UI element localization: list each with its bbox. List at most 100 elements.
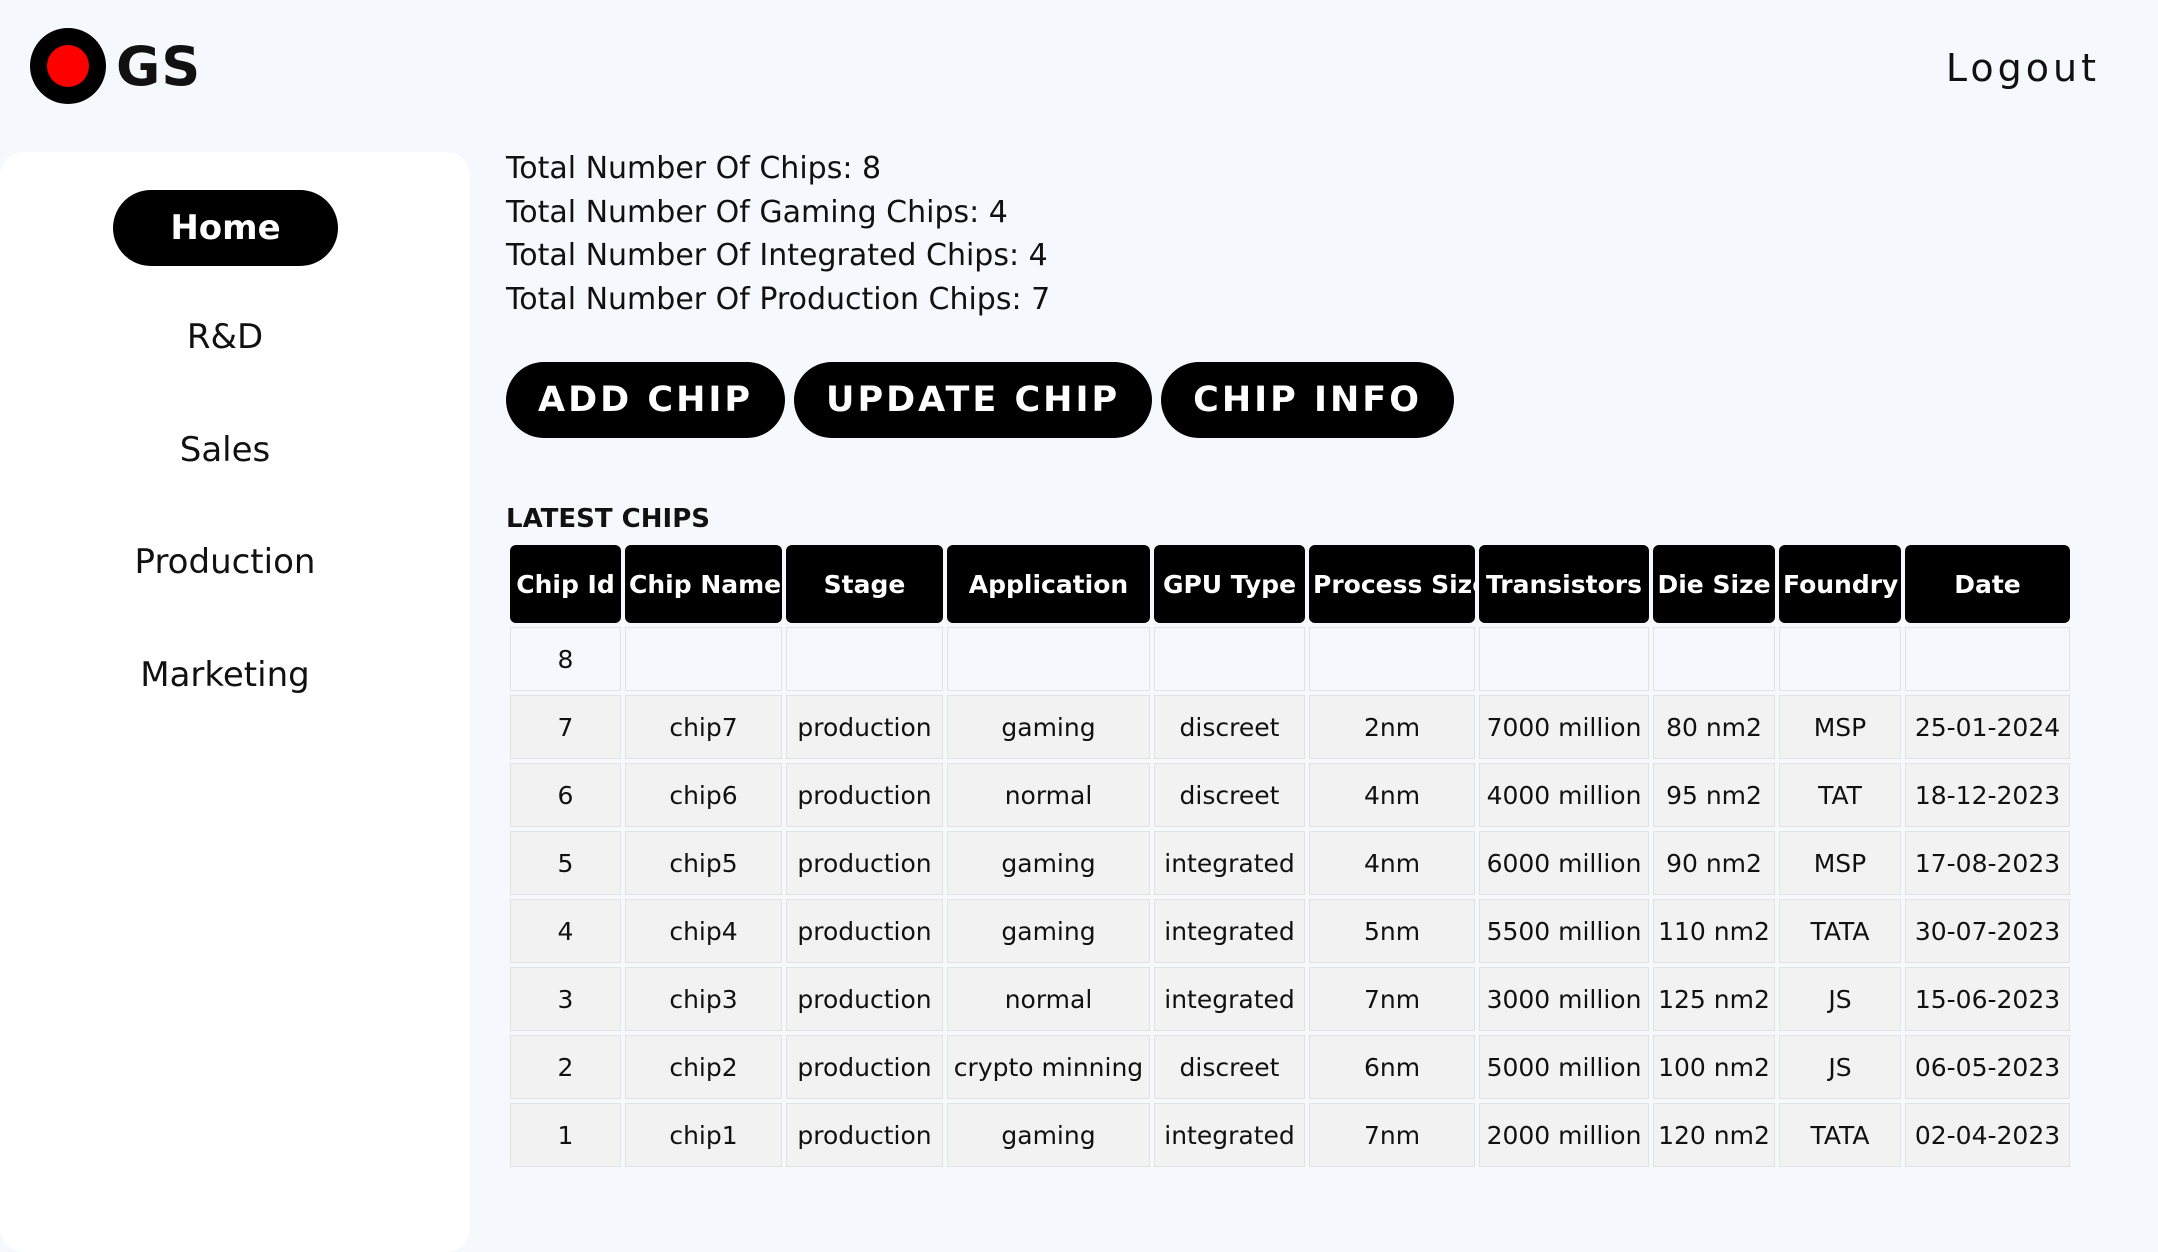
table-cell: 4nm (1309, 763, 1475, 827)
update-chip-button[interactable]: UPDATE CHIP (794, 362, 1153, 438)
table-row[interactable]: 7 chip7 production gaming discreet 2nm 7000 mi… (510, 695, 2070, 759)
sidebar-item-rnd[interactable]: R&D (0, 317, 450, 357)
table-cell: integrated (1154, 899, 1305, 963)
table-cell: chip2 (625, 1035, 782, 1099)
table-cell: 6nm (1309, 1035, 1475, 1099)
sidebar-item-sales[interactable]: Sales (0, 430, 450, 470)
column-header[interactable]: Chip Name (625, 545, 782, 623)
table-cell: 6 (510, 763, 621, 827)
table-row[interactable]: 3 chip3 production normal integrated 7nm 3000 … (510, 967, 2070, 1031)
table-cell: gaming (947, 695, 1150, 759)
table-cell: 8 (510, 627, 621, 691)
logo-text: GS (116, 34, 202, 98)
table-body: 8 7 chip7 production gaming discreet 2nm 7000 m… (510, 627, 2070, 1167)
table-cell: production (786, 831, 943, 895)
stat-integrated-chips: Total Number Of Integrated Chips: 4 (506, 238, 1048, 273)
table-cell: 5500 million (1479, 899, 1649, 963)
table-cell (1905, 627, 2070, 691)
latest-chips-title: LATEST CHIPS (506, 504, 710, 534)
table-cell: crypto minning (947, 1035, 1150, 1099)
table-cell: 110 nm2 (1653, 899, 1775, 963)
logo-dot-icon (30, 28, 106, 104)
logout-link[interactable]: Logout (1946, 46, 2100, 90)
table-cell: normal (947, 763, 1150, 827)
sidebar-item-marketing[interactable]: Marketing (0, 655, 450, 695)
table-cell: 2 (510, 1035, 621, 1099)
table-cell (1653, 627, 1775, 691)
table-cell: 90 nm2 (1653, 831, 1775, 895)
table-cell: gaming (947, 1103, 1150, 1167)
table-cell: TAT (1779, 763, 1901, 827)
table-cell: MSP (1779, 695, 1901, 759)
table-header-row: Chip Id Chip Name Stage Application GPU … (510, 545, 2070, 623)
column-header[interactable]: Stage (786, 545, 943, 623)
table-cell: 4 (510, 899, 621, 963)
stat-gaming-chips: Total Number Of Gaming Chips: 4 (506, 194, 1008, 230)
table-cell: integrated (1154, 1103, 1305, 1167)
table-row[interactable]: 5 chip5 production gaming integrated 4nm 6000 … (510, 831, 2070, 895)
column-header[interactable]: Transistors (1479, 545, 1649, 623)
table-cell: gaming (947, 831, 1150, 895)
column-header[interactable]: GPU Type (1154, 545, 1305, 623)
column-header[interactable]: Process Size (1309, 545, 1475, 623)
table-cell: chip7 (625, 695, 782, 759)
column-header[interactable]: Date (1905, 545, 2070, 623)
latest-chips-table: Chip Id Chip Name Stage Application GPU … (506, 541, 2074, 1171)
column-header[interactable]: Die Size (1653, 545, 1775, 623)
table-cell: 25-01-2024 (1905, 695, 2070, 759)
add-chip-button[interactable]: ADD CHIP (506, 362, 786, 438)
table-row[interactable]: 6 chip6 production normal discreet 4nm 4000 mi… (510, 763, 2070, 827)
table-cell (1154, 627, 1305, 691)
table-cell: 30-07-2023 (1905, 899, 2070, 963)
stat-production-chips: Total Number Of Production Chips: 7 (506, 281, 1051, 317)
table-row[interactable]: 2 chip2 production crypto minning discreet 6n… (510, 1035, 2070, 1099)
table-cell: chip1 (625, 1103, 782, 1167)
table-cell: production (786, 967, 943, 1031)
table-cell: 100 nm2 (1653, 1035, 1775, 1099)
table-cell (947, 627, 1150, 691)
table-cell: 15-06-2023 (1905, 967, 2070, 1031)
table-cell: 80 nm2 (1653, 695, 1775, 759)
table-cell: gaming (947, 899, 1150, 963)
table-cell: discreet (1154, 695, 1305, 759)
sidebar-item-production[interactable]: Production (0, 542, 450, 582)
table-cell: 4000 million (1479, 763, 1649, 827)
table-cell: chip3 (625, 967, 782, 1031)
table-cell: 5 (510, 831, 621, 895)
table-cell: 02-04-2023 (1905, 1103, 2070, 1167)
table-cell: 4nm (1309, 831, 1475, 895)
table-cell: production (786, 1103, 943, 1167)
table-cell: production (786, 763, 943, 827)
table-cell: discreet (1154, 763, 1305, 827)
table-cell: 7 (510, 695, 621, 759)
sidebar: Home R&D Sales Production Marketing (0, 152, 470, 1252)
table-cell: chip5 (625, 831, 782, 895)
column-header[interactable]: Chip Id (510, 545, 621, 623)
table-cell: 7nm (1309, 967, 1475, 1031)
table-cell: production (786, 899, 943, 963)
table-cell (1309, 627, 1475, 691)
table-cell: integrated (1154, 831, 1305, 895)
table-row[interactable]: 4 chip4 production gaming integrated 5nm 5500 … (510, 899, 2070, 963)
column-header[interactable]: Foundry (1779, 545, 1901, 623)
table-cell: 3000 million (1479, 967, 1649, 1031)
chip-stats: Total Number Of Chips: 8 Total Number Of… (506, 147, 1050, 321)
table-cell (625, 627, 782, 691)
column-header[interactable]: Application (947, 545, 1150, 623)
table-row[interactable]: 1 chip1 production gaming integrated 7nm 2000 … (510, 1103, 2070, 1167)
table-cell (1779, 627, 1901, 691)
sidebar-item-home[interactable]: Home (113, 190, 338, 266)
table-cell: 5nm (1309, 899, 1475, 963)
table-cell: 1 (510, 1103, 621, 1167)
stat-total-chips: Total Number Of Chips: 8 (506, 151, 882, 186)
table-cell: production (786, 1035, 943, 1099)
table-cell: 7nm (1309, 1103, 1475, 1167)
table-cell: JS (1779, 967, 1901, 1031)
table-row[interactable]: 8 (510, 627, 2070, 691)
table-cell: 3 (510, 967, 621, 1031)
chip-info-button[interactable]: CHIP INFO (1161, 362, 1454, 438)
table-cell (786, 627, 943, 691)
table-cell: TATA (1779, 899, 1901, 963)
app-logo[interactable]: GS (30, 28, 201, 104)
table-cell: chip4 (625, 899, 782, 963)
